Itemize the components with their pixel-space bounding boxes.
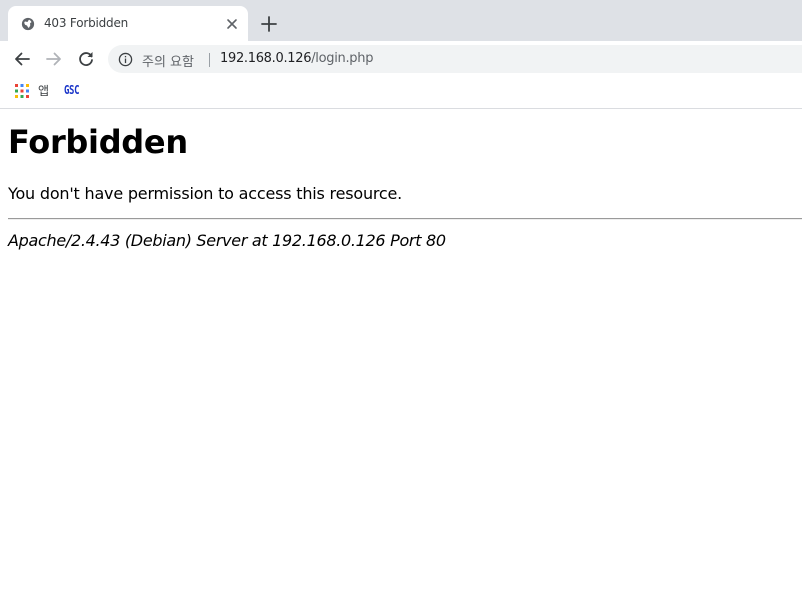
new-tab-icon[interactable]: [260, 15, 278, 33]
address-bar[interactable]: 주의 요함 192.168.0.126/login.php: [108, 45, 802, 73]
page-title: Forbidden: [8, 123, 188, 161]
browser-toolbar: 주의 요함 192.168.0.126/login.php: [0, 41, 802, 77]
url-host: 192.168.0.126: [220, 51, 312, 66]
close-tab-icon[interactable]: [225, 17, 239, 31]
page-content: Forbidden You don't have permission to a…: [0, 110, 802, 595]
omnibox-divider: [209, 53, 210, 67]
back-arrow-icon[interactable]: [12, 49, 32, 69]
url-text[interactable]: 192.168.0.126/login.php: [220, 51, 373, 66]
horizontal-rule: [8, 218, 802, 220]
tab-strip: 403 Forbidden: [0, 0, 802, 41]
info-icon[interactable]: [118, 52, 133, 67]
bookmarks-bar: 앱 GSC: [0, 77, 802, 109]
globe-icon: [21, 17, 35, 31]
bookmark-gsc[interactable]: GSC: [64, 83, 80, 97]
tab-title: 403 Forbidden: [44, 16, 129, 30]
security-status-label[interactable]: 주의 요함: [142, 51, 194, 70]
browser-tab[interactable]: 403 Forbidden: [8, 6, 248, 41]
apps-bookmark-label[interactable]: 앱: [38, 82, 49, 99]
apps-grid-icon[interactable]: [15, 84, 29, 98]
url-path: /login.php: [311, 51, 374, 66]
server-signature: Apache/2.4.43 (Debian) Server at 192.168…: [8, 231, 446, 250]
error-message: You don't have permission to access this…: [8, 184, 403, 203]
forward-arrow-icon[interactable]: [44, 49, 64, 69]
reload-icon[interactable]: [76, 49, 96, 69]
